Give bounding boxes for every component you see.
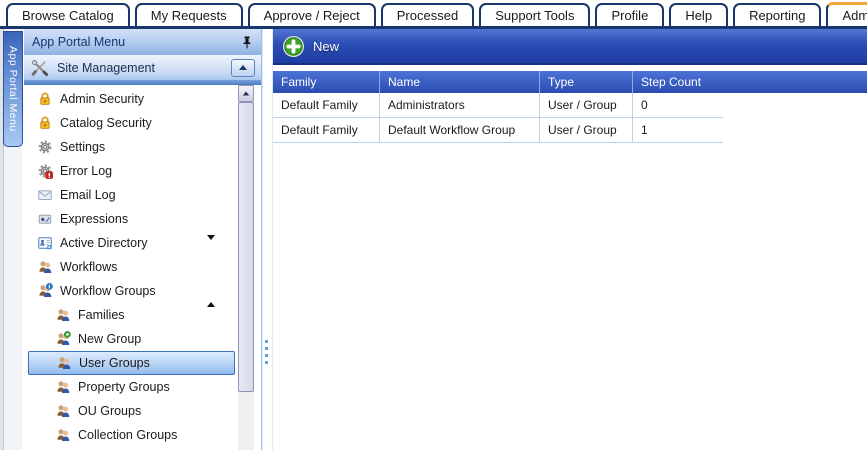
sidebar-item-catalog-security[interactable]: Catalog Security [24, 111, 261, 135]
top-tab-bar: Browse Catalog My Requests Approve / Rej… [0, 0, 867, 29]
sidebar-item-ou-groups[interactable]: OU Groups [24, 399, 261, 423]
splitter-grip-icon [265, 340, 268, 364]
new-button[interactable]: New [282, 35, 339, 58]
table-row[interactable]: Default Family Administrators User / Gro… [273, 93, 723, 118]
gear-error-icon [37, 163, 53, 179]
tab-my-requests[interactable]: My Requests [135, 3, 243, 26]
cell-step-count: 1 [633, 118, 723, 142]
sidebar-menu: Admin Security Catalog Security Settings… [24, 85, 261, 450]
envelope-icon [37, 187, 53, 203]
cell-type: User / Group [540, 118, 633, 142]
section-label: Site Management [57, 61, 224, 75]
tab-support-tools[interactable]: Support Tools [479, 3, 590, 26]
sidebar-item-workflow-groups[interactable]: Workflow Groups [24, 279, 261, 303]
tab-browse-catalog[interactable]: Browse Catalog [6, 3, 130, 26]
chevron-up-icon[interactable] [207, 288, 215, 302]
sidebar-item-property-groups[interactable]: Property Groups [24, 375, 261, 399]
sidebar-item-user-groups[interactable]: User Groups [28, 351, 235, 375]
app-window: Browse Catalog My Requests Approve / Rej… [0, 0, 867, 450]
chevron-down-icon[interactable] [207, 240, 215, 254]
sidebar-item-collection-groups[interactable]: Collection Groups [24, 423, 261, 447]
sidebar-item-label: Settings [60, 140, 105, 154]
new-button-label: New [313, 39, 339, 54]
sidebar-item-label: Property Groups [78, 380, 170, 394]
expression-icon [37, 211, 53, 227]
scrollbar-thumb[interactable] [238, 102, 254, 392]
column-header-name[interactable]: Name [380, 71, 540, 93]
people-add-icon [55, 331, 71, 347]
people-info-icon [37, 283, 53, 299]
sidebar-item-label: Error Log [60, 164, 112, 178]
tab-processed[interactable]: Processed [381, 3, 474, 26]
people-icon [55, 427, 71, 443]
people-icon [37, 259, 53, 275]
sidebar-item-label: Admin Security [60, 92, 144, 106]
sidebar-item-families[interactable]: Families [24, 303, 261, 327]
tab-profile[interactable]: Profile [595, 3, 664, 26]
sidebar-item-error-log[interactable]: Error Log [24, 159, 261, 183]
tab-reporting[interactable]: Reporting [733, 3, 821, 26]
sidebar-item-label: Collection Groups [78, 428, 177, 442]
cell-family: Default Family [273, 93, 380, 117]
sidebar-item-label: Expressions [60, 212, 128, 226]
sidebar-item-active-directory[interactable]: Active Directory [24, 231, 261, 255]
sidebar-item-email-log[interactable]: Email Log [24, 183, 261, 207]
sidebar-item-label: Active Directory [60, 236, 148, 250]
people-icon [56, 355, 72, 371]
cell-name: Administrators [380, 93, 540, 117]
cell-family: Default Family [273, 118, 380, 142]
cell-step-count: 0 [633, 93, 723, 117]
tab-approve-reject[interactable]: Approve / Reject [248, 3, 376, 26]
people-icon [55, 379, 71, 395]
directory-card-icon [37, 235, 53, 251]
cell-type: User / Group [540, 93, 633, 117]
sidebar-header: App Portal Menu [24, 29, 261, 55]
sidebar-panel: App Portal Menu Site Management Admin Se… [24, 29, 261, 450]
table-row[interactable]: Default Family Default Workflow Group Us… [273, 118, 723, 143]
green-plus-icon [282, 35, 305, 58]
lock-icon [37, 115, 53, 131]
tools-icon [30, 58, 50, 78]
main-panel: New Family Name Type Step Count Default … [273, 29, 867, 450]
lock-icon [37, 91, 53, 107]
sidebar-item-workflows[interactable]: Workflows [24, 255, 261, 279]
pin-icon[interactable] [241, 35, 253, 50]
scroll-up-button[interactable] [238, 85, 254, 102]
up-arrow-icon [239, 65, 247, 70]
sidebar-item-admin-security[interactable]: Admin Security [24, 87, 261, 111]
sidebar-item-label: User Groups [79, 356, 150, 370]
tab-help[interactable]: Help [669, 3, 728, 26]
vertical-tab-label: App Portal Menu [7, 46, 19, 132]
sidebar-item-label: Families [78, 308, 125, 322]
column-header-type[interactable]: Type [540, 71, 633, 93]
sidebar-item-label: Catalog Security [60, 116, 152, 130]
sidebar-item-expressions[interactable]: Expressions [24, 207, 261, 231]
cell-name: Default Workflow Group [380, 118, 540, 142]
sidebar-item-label: Workflow Groups [60, 284, 156, 298]
sidebar-scrollbar[interactable] [238, 85, 254, 450]
sidebar-item-label: New Group [78, 332, 141, 346]
app-portal-menu-vertical-tab[interactable]: App Portal Menu [3, 31, 23, 147]
sidebar-item-label: Workflows [60, 260, 117, 274]
sidebar-item-label: OU Groups [78, 404, 141, 418]
data-grid: Family Name Type Step Count Default Fami… [273, 71, 867, 450]
sidebar-title: App Portal Menu [32, 35, 241, 49]
grid-header: Family Name Type Step Count [273, 71, 867, 93]
sidebar-item-label: Email Log [60, 188, 116, 202]
section-site-management[interactable]: Site Management [24, 55, 261, 80]
column-header-family[interactable]: Family [273, 71, 380, 93]
people-icon [55, 307, 71, 323]
tab-strip: Browse Catalog My Requests Approve / Rej… [6, 0, 867, 26]
sidebar-item-settings[interactable]: Settings [24, 135, 261, 159]
tab-admin[interactable]: Admin [826, 2, 867, 26]
people-icon [55, 403, 71, 419]
gear-icon [37, 139, 53, 155]
column-header-step-count[interactable]: Step Count [633, 71, 773, 93]
collapse-section-button[interactable] [231, 59, 255, 77]
toolbar: New [273, 29, 867, 65]
sidebar-item-new-group[interactable]: New Group [24, 327, 261, 351]
